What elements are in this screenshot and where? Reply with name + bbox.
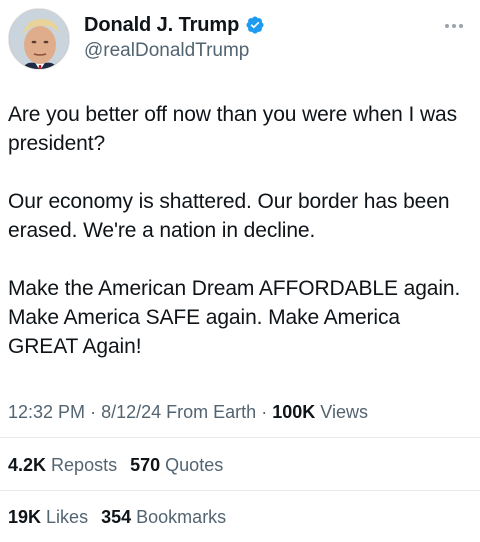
avatar[interactable]: [8, 8, 70, 70]
reposts-count: 4.2K: [8, 455, 47, 475]
quotes-stat[interactable]: 570 Quotes: [130, 453, 223, 477]
tweet-paragraph-3: Make the American Dream AFFORDABLE again…: [8, 277, 461, 358]
more-dot: [445, 24, 449, 28]
tweet-card: Donald J. Trump @realDonaldTrump Are you…: [0, 0, 480, 542]
tweet-header: Donald J. Trump @realDonaldTrump: [8, 8, 472, 72]
author-info: Donald J. Trump @realDonaldTrump: [84, 12, 404, 62]
divider: [0, 437, 480, 438]
avatar-image: [9, 9, 69, 69]
views-label: Views: [320, 402, 368, 422]
likes-stat[interactable]: 19K Likes: [8, 505, 88, 529]
likes-label: Likes: [46, 507, 89, 527]
tweet-paragraph-2: Our economy is shattered. Our border has…: [8, 190, 450, 242]
meta-separator: ·: [261, 402, 268, 422]
reposts-stat[interactable]: 4.2K Reposts: [8, 453, 117, 477]
verified-badge-icon[interactable]: [245, 15, 265, 35]
tweet-meta: 12:32 PM · 8/12/24 From Earth · 100K Vie…: [8, 400, 472, 424]
reposts-label: Reposts: [51, 455, 118, 475]
author-handle[interactable]: @realDonaldTrump: [84, 40, 404, 62]
divider: [0, 490, 480, 491]
quotes-count: 570: [130, 455, 161, 475]
name-row: Donald J. Trump: [84, 12, 404, 38]
bookmarks-label: Bookmarks: [136, 507, 227, 527]
author-display-name[interactable]: Donald J. Trump: [84, 14, 239, 37]
more-options-icon[interactable]: [440, 16, 468, 36]
repost-quote-stats: 4.2K Reposts 570 Quotes: [8, 453, 472, 477]
bookmarks-count: 354: [101, 507, 132, 527]
likes-bookmarks-stats: 19K Likes 354 Bookmarks: [8, 505, 472, 529]
likes-count: 19K: [8, 507, 42, 527]
tweet-time[interactable]: 12:32 PM: [8, 402, 85, 422]
more-dot: [459, 24, 463, 28]
views-count: 100K: [272, 402, 316, 422]
tweet-source: From Earth: [166, 402, 257, 422]
meta-separator: ·: [90, 402, 97, 422]
bookmarks-stat[interactable]: 354 Bookmarks: [101, 505, 226, 529]
tweet-date[interactable]: 8/12/24: [101, 402, 161, 422]
tweet-text: Are you better off now than you were whe…: [8, 100, 468, 361]
tweet-paragraph-1: Are you better off now than you were whe…: [8, 103, 458, 155]
more-dot: [452, 24, 456, 28]
quotes-label: Quotes: [165, 455, 224, 475]
